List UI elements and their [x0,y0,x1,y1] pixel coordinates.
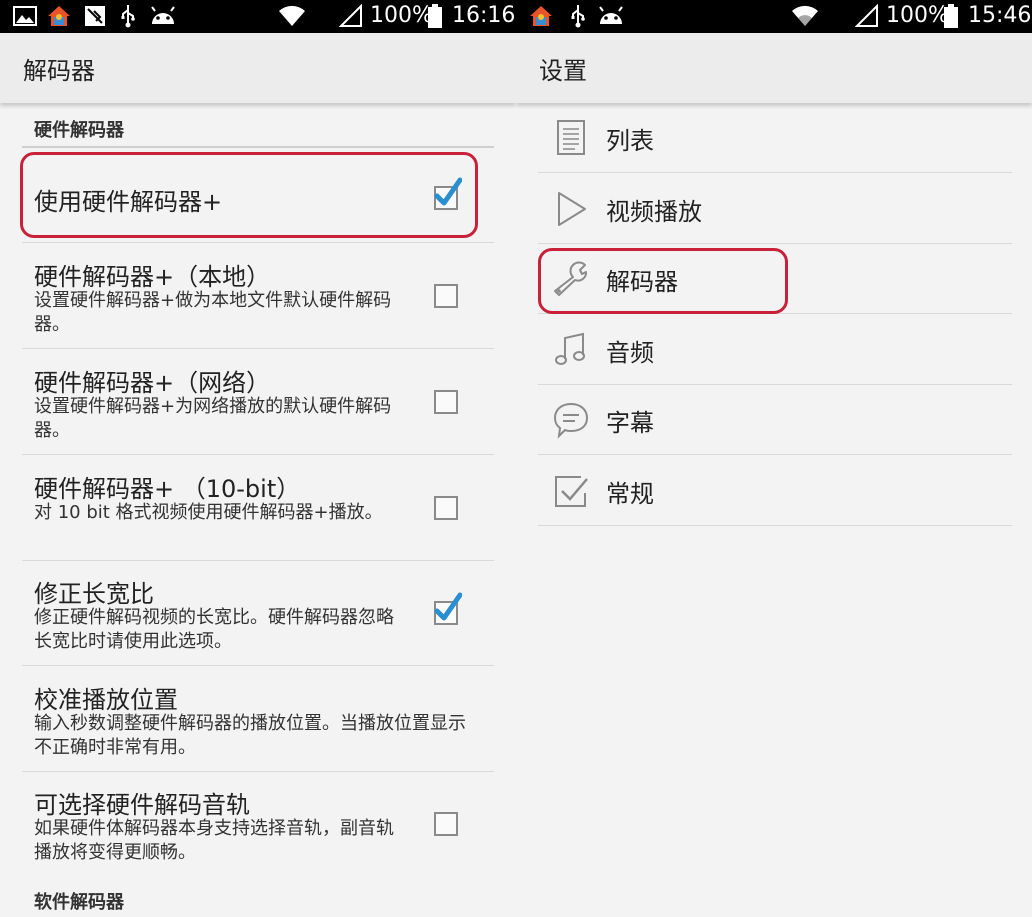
android-debug-icon [148,4,178,28]
pref-calibrate-position[interactable]: 校准播放位置 输入秒数调整硬件解码器的播放位置。当播放位置显示不正确时非常有用。 [22,666,494,772]
pref-title: 硬件解码器+ （10-bit） [34,475,301,503]
divider [538,525,1012,526]
home-app-notification-icon [46,4,72,28]
pref-summary: 如果硬件体解码器本身支持选择音轨，副音轨播放将变得更顺畅。 [34,818,394,863]
cell-signal-icon [854,4,880,28]
list-icon [557,120,585,155]
pref-select-hw-audio-track[interactable]: 可选择硬件解码音轨 如果硬件体解码器本身支持选择音轨，副音轨播放将变得更顺畅。 [22,771,494,876]
divider [538,172,1012,173]
wifi-icon [790,4,820,28]
settings-item-list[interactable]: 列表 [538,103,1012,173]
pref-hw-decoder-local[interactable]: 硬件解码器+（本地） 设置硬件解码器+做为本地文件默认硬件解码器。 [22,243,494,349]
pref-summary: 设置硬件解码器+做为本地文件默认硬件解码器。 [34,290,392,335]
pref-title: 修正长宽比 [34,580,154,608]
page-title: 解码器 [23,57,95,85]
speech-bubble-icon [553,402,589,439]
usb-icon [568,4,588,28]
status-bar: 100% 16:16 [0,0,516,33]
battery-percent: 100% [886,3,949,28]
action-bar: 设置 [516,33,1032,103]
highlight-annotation [538,248,788,314]
wifi-icon [277,4,307,28]
page-title: 设置 [539,57,587,85]
section-header-software: 软件解码器 [34,892,124,913]
section-divider [22,146,494,148]
play-icon [558,192,586,226]
check-box-icon [555,476,588,507]
checkbox-unchecked[interactable] [434,284,458,308]
pref-title: 硬件解码器+（网络） [34,369,271,397]
settings-item-label: 常规 [606,480,654,508]
pref-title: 硬件解码器+（本地） [34,263,271,291]
settings-item-label: 音频 [606,339,654,367]
pref-title: 可选择硬件解码音轨 [34,791,250,819]
clock: 15:46 [968,3,1032,28]
clock: 16:16 [452,3,516,28]
settings-item-label: 列表 [606,127,654,155]
pref-title: 校准播放位置 [34,686,178,714]
pref-fix-aspect-ratio[interactable]: 修正长宽比 修正硬件解码视频的长宽比。硬件解码器忽略长宽比时请使用此选项。 [22,560,494,666]
battery-percent: 100% [370,3,433,28]
pref-summary: 设置硬件解码器+为网络播放的默认硬件解码器。 [34,396,392,441]
divider [538,454,1012,455]
pref-summary: 对 10 bit 格式视频使用硬件解码器+播放。 [34,502,383,523]
highlight-annotation [20,152,478,238]
pref-summary: 输入秒数调整硬件解码器的播放位置。当播放位置显示不正确时非常有用。 [34,713,466,758]
settings-item-label: 视频播放 [606,198,702,226]
battery-icon [427,4,443,28]
checkbox-unchecked[interactable] [434,496,458,520]
checkbox-unchecked[interactable] [434,390,458,414]
status-bar: 100% 15:46 [516,0,1032,33]
screenshot-notification-icon [82,4,108,28]
settings-item-label: 字幕 [606,409,654,437]
usb-icon [118,4,138,28]
battery-icon [943,4,959,28]
checkbox-unchecked[interactable] [434,812,458,836]
home-app-notification-icon [528,4,554,28]
section-header-hardware: 硬件解码器 [34,120,124,141]
gallery-notification-icon [12,4,38,28]
pref-hw-decoder-network[interactable]: 硬件解码器+（网络） 设置硬件解码器+为网络播放的默认硬件解码器。 [22,349,494,455]
pref-summary: 修正硬件解码视频的长宽比。硬件解码器忽略长宽比时请使用此选项。 [34,607,394,652]
settings-item-video-playback[interactable]: 视频播放 [538,174,1012,244]
music-note-icon [555,332,585,365]
settings-item-general[interactable]: 常规 [538,456,1012,526]
pref-hw-decoder-10bit[interactable]: 硬件解码器+ （10-bit） 对 10 bit 格式视频使用硬件解码器+播放。 [22,455,494,561]
settings-screen: 100% 15:46 设置 列表 视频播放 解码器 音频 字幕 常规 [516,0,1032,917]
action-bar: 解码器 [0,33,516,103]
check-mark-icon [434,592,462,621]
cell-signal-icon [338,4,364,28]
decoder-screen: 100% 16:16 解码器 硬件解码器 使用硬件解码器+ 硬件解码器+（本地）… [0,0,516,917]
settings-item-audio[interactable]: 音频 [538,315,1012,385]
settings-item-subtitles[interactable]: 字幕 [538,385,1012,455]
android-debug-icon [596,4,626,28]
checkbox-checked[interactable] [434,592,462,625]
